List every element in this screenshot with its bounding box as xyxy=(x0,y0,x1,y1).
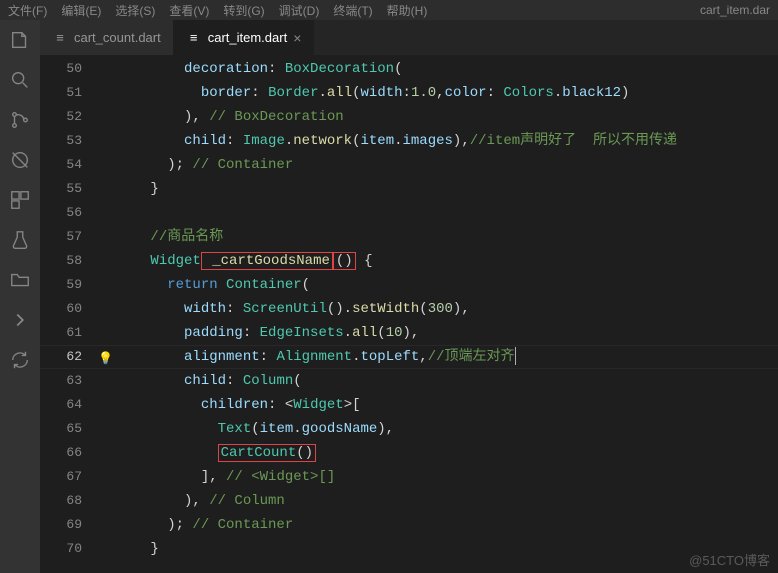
dart-file-icon: ≡ xyxy=(52,30,68,46)
activity-bar xyxy=(0,20,40,573)
text-cursor xyxy=(515,347,516,365)
code-line[interactable]: padding: EdgeInsets.all(10), xyxy=(100,321,778,345)
close-icon[interactable]: × xyxy=(293,30,301,46)
code-line[interactable]: } xyxy=(100,537,778,561)
code-line[interactable]: return Container( xyxy=(100,273,778,297)
menu-edit[interactable]: 编辑(E) xyxy=(61,2,101,19)
menu-terminal[interactable]: 终端(T) xyxy=(333,2,372,19)
code-line[interactable]: border: Border.all(width:1.0,color: Colo… xyxy=(100,81,778,105)
code-line[interactable]: child: Column( xyxy=(100,369,778,393)
chevron-right-icon[interactable] xyxy=(8,308,32,332)
code-line[interactable] xyxy=(100,201,778,225)
code-editor[interactable]: decoration: BoxDecoration( border: Borde… xyxy=(100,55,778,573)
highlight-box: CartCount() xyxy=(218,444,316,462)
menu-debug[interactable]: 调试(D) xyxy=(279,2,320,19)
code-line[interactable]: ), // Column xyxy=(100,489,778,513)
menu-bar: 文件(F) 编辑(E) 选择(S) 查看(V) 转到(G) 调试(D) 终端(T… xyxy=(0,0,778,20)
test-icon[interactable] xyxy=(8,228,32,252)
search-icon[interactable] xyxy=(8,68,32,92)
menu-selection[interactable]: 选择(S) xyxy=(115,2,155,19)
highlight-box: _cartGoodsName xyxy=(201,252,333,270)
code-line[interactable]: ), // BoxDecoration xyxy=(100,105,778,129)
code-line[interactable]: children: <Widget>[ xyxy=(100,393,778,417)
debug-icon[interactable] xyxy=(8,148,32,172)
line-gutter: 5051525354555657585960616263646566676869… xyxy=(40,55,100,573)
folder-icon[interactable] xyxy=(8,268,32,292)
highlight-box: () xyxy=(333,252,356,270)
files-icon[interactable] xyxy=(8,28,32,52)
code-line[interactable]: CartCount() xyxy=(100,441,778,465)
menu-view[interactable]: 查看(V) xyxy=(169,2,209,19)
tab-cart-item[interactable]: ≡ cart_item.dart × xyxy=(174,20,315,55)
code-line[interactable]: //商品名称 xyxy=(100,225,778,249)
tab-label: cart_count.dart xyxy=(74,30,161,45)
code-line[interactable]: ); // Container xyxy=(100,153,778,177)
code-line[interactable]: Text(item.goodsName), xyxy=(100,417,778,441)
menu-help[interactable]: 帮助(H) xyxy=(387,2,428,19)
code-line[interactable]: decoration: BoxDecoration( xyxy=(100,57,778,81)
menu-file[interactable]: 文件(F) xyxy=(8,2,47,19)
dart-file-icon: ≡ xyxy=(186,30,202,46)
code-line[interactable]: child: Image.network(item.images),//item… xyxy=(100,129,778,153)
code-line[interactable]: ); // Container xyxy=(100,513,778,537)
source-control-icon[interactable] xyxy=(8,108,32,132)
tab-bar: ≡ cart_count.dart ≡ cart_item.dart × xyxy=(40,20,778,55)
code-line[interactable]: width: ScreenUtil().setWidth(300), xyxy=(100,297,778,321)
watermark: @51CTO博客 xyxy=(689,550,770,569)
code-line[interactable]: ], // <Widget>[] xyxy=(100,465,778,489)
sync-icon[interactable] xyxy=(8,348,32,372)
title-crumb: cart_item.dar xyxy=(700,3,770,17)
tab-cart-count[interactable]: ≡ cart_count.dart xyxy=(40,20,174,55)
code-line[interactable]: Widget _cartGoodsName() { xyxy=(100,249,778,273)
editor-area: ≡ cart_count.dart ≡ cart_item.dart × 505… xyxy=(40,20,778,573)
menu-go[interactable]: 转到(G) xyxy=(223,2,264,19)
tab-label: cart_item.dart xyxy=(208,30,287,45)
extensions-icon[interactable] xyxy=(8,188,32,212)
code-line[interactable]: } xyxy=(100,177,778,201)
code-line[interactable]: alignment: Alignment.topLeft,//顶端左对齐 xyxy=(100,345,778,369)
